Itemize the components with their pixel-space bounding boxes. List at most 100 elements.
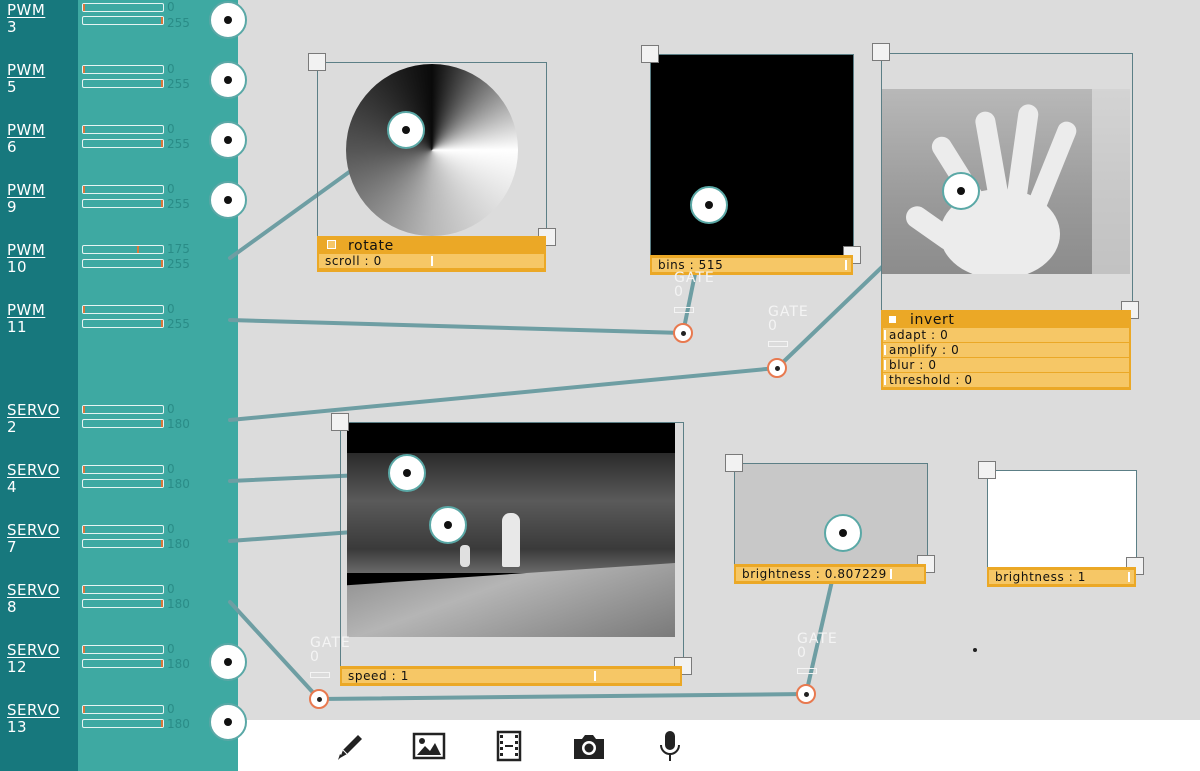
channel-min-slider[interactable] [82, 185, 164, 194]
bins-node[interactable] [650, 54, 854, 258]
channel-min-slider[interactable] [82, 245, 164, 254]
channel-max-slider[interactable] [82, 659, 164, 668]
channel-label: PWM 6 [7, 121, 46, 156]
gate: GATE 0 [310, 636, 351, 678]
channel-servo-4: SERVO 4 0 180 [0, 460, 250, 520]
channel-min-value: 0 [167, 302, 175, 316]
channel-servo-2: SERVO 2 0 180 [0, 400, 250, 460]
rotate-toggle[interactable]: rotate [319, 239, 544, 253]
video-input-port[interactable] [388, 454, 426, 492]
channel-servo-7: SERVO 7 0 180 [0, 520, 250, 580]
scroll-slider[interactable]: scroll : 0 [319, 254, 544, 268]
channel-label: PWM 9 [7, 181, 46, 216]
channel-min-slider[interactable] [82, 125, 164, 134]
speed-slider[interactable]: speed : 1 [342, 669, 680, 683]
resize-handle[interactable] [641, 45, 659, 63]
channel-label: PWM 10 [7, 241, 46, 276]
camera-params-panel: invert adapt : 0 amplify : 0 blur : 0 th… [881, 310, 1131, 390]
channel-output-port[interactable] [209, 121, 247, 159]
channel-max-slider[interactable] [82, 139, 164, 148]
channel-min-value: 0 [167, 522, 175, 536]
channel-max-value: 180 [167, 477, 190, 491]
channel-max-slider[interactable] [82, 419, 164, 428]
video-input-port[interactable] [429, 506, 467, 544]
white-node[interactable] [987, 470, 1137, 569]
channel-label: SERVO 12 [7, 641, 60, 676]
channel-min-slider[interactable] [82, 465, 164, 474]
channel-min-slider[interactable] [82, 645, 164, 654]
channel-max-slider[interactable] [82, 79, 164, 88]
channel-min-slider[interactable] [82, 525, 164, 534]
channel-max-value: 255 [167, 197, 190, 211]
hand-image [906, 89, 1130, 274]
gate-port[interactable] [673, 323, 693, 343]
channel-output-port[interactable] [209, 181, 247, 219]
channel-max-value: 255 [167, 16, 190, 30]
channel-label: SERVO 2 [7, 401, 60, 436]
channel-output-port[interactable] [209, 703, 247, 741]
resize-handle[interactable] [978, 461, 996, 479]
canvas-dot [973, 648, 977, 652]
channel-output-port[interactable] [209, 61, 247, 99]
pencil-icon[interactable] [332, 728, 368, 764]
channel-min-slider[interactable] [82, 705, 164, 714]
invert-toggle[interactable]: invert [883, 313, 1129, 327]
channel-min-slider[interactable] [82, 65, 164, 74]
channel-min-value: 0 [167, 122, 175, 136]
channel-max-value: 180 [167, 537, 190, 551]
microphone-icon[interactable] [652, 728, 688, 764]
brightness-slider[interactable]: brightness : 1 [989, 570, 1134, 584]
channel-label: SERVO 8 [7, 581, 60, 616]
channel-min-value: 0 [167, 642, 175, 656]
video-preview [347, 423, 675, 637]
resize-handle[interactable] [872, 43, 890, 61]
camera-icon[interactable] [571, 728, 607, 764]
resize-handle[interactable] [308, 53, 326, 71]
channel-min-slider[interactable] [82, 3, 164, 12]
channel-max-slider[interactable] [82, 199, 164, 208]
gate-port[interactable] [309, 689, 329, 709]
channel-min-value: 0 [167, 582, 175, 596]
rotate-input-port[interactable] [387, 111, 425, 149]
channel-min-slider[interactable] [82, 585, 164, 594]
resize-handle[interactable] [331, 413, 349, 431]
adapt-slider[interactable]: adapt : 0 [883, 328, 1129, 342]
brightness-slider[interactable]: brightness : 0.807229 [736, 567, 924, 581]
amplify-slider[interactable]: amplify : 0 [883, 343, 1129, 357]
white-params-panel: brightness : 1 [987, 567, 1136, 587]
channel-label: PWM 5 [7, 61, 46, 96]
channel-max-value: 180 [167, 657, 190, 671]
channel-min-value: 0 [167, 0, 175, 14]
image-icon[interactable] [411, 728, 447, 764]
channel-label: SERVO 7 [7, 521, 60, 556]
bins-input-port[interactable] [690, 186, 728, 224]
channel-min-value: 0 [167, 62, 175, 76]
channel-servo-8: SERVO 8 0 180 [0, 580, 250, 640]
channel-output-port[interactable] [209, 643, 247, 681]
channel-max-slider[interactable] [82, 479, 164, 488]
resize-handle[interactable] [725, 454, 743, 472]
channel-min-slider[interactable] [82, 405, 164, 414]
channel-max-slider[interactable] [82, 319, 164, 328]
channel-min-value: 0 [167, 182, 175, 196]
gray-input-port[interactable] [824, 514, 862, 552]
threshold-slider[interactable]: threshold : 0 [883, 373, 1129, 387]
channel-max-slider[interactable] [82, 259, 164, 268]
channel-max-value: 255 [167, 77, 190, 91]
blur-slider[interactable]: blur : 0 [883, 358, 1129, 372]
channel-min-slider[interactable] [82, 305, 164, 314]
camera-input-port[interactable] [942, 172, 980, 210]
rotate-preview [346, 64, 518, 236]
channel-max-slider[interactable] [82, 599, 164, 608]
channel-min-value: 0 [167, 402, 175, 416]
gate-port[interactable] [796, 684, 816, 704]
gate-port[interactable] [767, 358, 787, 378]
film-icon[interactable] [491, 728, 527, 764]
channel-max-slider[interactable] [82, 719, 164, 728]
channel-output-port[interactable] [209, 1, 247, 39]
channel-max-slider[interactable] [82, 539, 164, 548]
gray-params-panel: brightness : 0.807229 [734, 564, 926, 584]
channel-max-slider[interactable] [82, 16, 164, 25]
gray-node[interactable] [734, 463, 928, 567]
channel-label: SERVO 4 [7, 461, 60, 496]
